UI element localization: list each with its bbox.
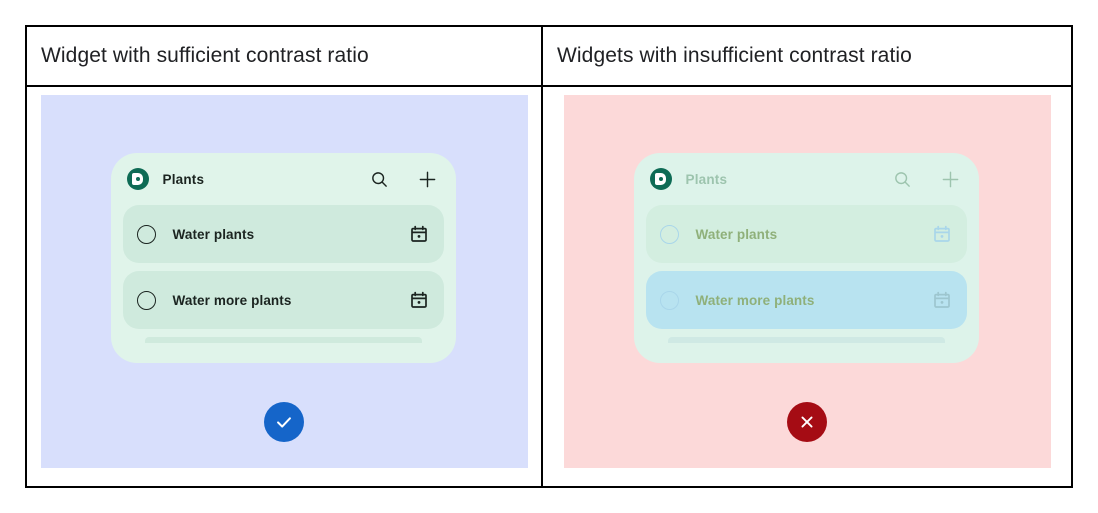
task-list: Water plants Water more plants: [634, 205, 979, 343]
tasks-widget-sufficient[interactable]: Plants Water plants Water more plants: [110, 153, 456, 363]
table-row[interactable]: Water more plants: [645, 271, 967, 329]
radio-unchecked-icon[interactable]: [136, 290, 156, 310]
table-header-row: Widget with sufficient contrast ratio Wi…: [27, 27, 1071, 87]
contrast-comparison-table: Widget with sufficient contrast ratio Wi…: [25, 25, 1073, 488]
demo-panel-sufficient: Plants Water plants Water more plants: [40, 95, 528, 468]
task-label: Water more plants: [695, 292, 815, 308]
tasks-app-icon: [126, 168, 149, 190]
radio-unchecked-icon[interactable]: [136, 224, 156, 244]
column-header-insufficient: Widgets with insufficient contrast ratio: [541, 27, 1071, 85]
table-row[interactable]: Water plants: [122, 205, 444, 263]
widget-header: Plants: [111, 153, 456, 205]
status-badge: [787, 402, 827, 442]
task-list: Water plants Water more plants: [111, 205, 456, 343]
calendar-icon[interactable]: [410, 291, 428, 309]
status-badge: [264, 402, 304, 442]
radio-unchecked-icon[interactable]: [659, 224, 679, 244]
tasks-app-icon-glyph: [132, 173, 143, 185]
verdict-container-insufficient: [564, 402, 1051, 442]
widget-header-actions: [370, 169, 438, 189]
add-icon[interactable]: [941, 169, 961, 189]
task-list-overflow-hint: [667, 337, 945, 343]
cell-sufficient-contrast: Plants Water plants Water more plants: [27, 87, 541, 486]
cell-insufficient-contrast: Plants Water plants Water more plants: [541, 87, 1071, 486]
task-label: Water more plants: [172, 292, 292, 308]
search-icon[interactable]: [370, 169, 390, 189]
add-icon[interactable]: [418, 169, 438, 189]
task-list-overflow-hint: [144, 337, 422, 343]
widget-header-actions: [893, 169, 961, 189]
calendar-icon[interactable]: [933, 291, 951, 309]
tasks-widget-insufficient[interactable]: Plants Water plants Water more plants: [633, 153, 979, 363]
demo-panel-insufficient: Plants Water plants Water more plants: [563, 95, 1051, 468]
table-body-row: Plants Water plants Water more plants Pl…: [27, 87, 1071, 486]
column-header-sufficient-label: Widget with sufficient contrast ratio: [41, 44, 369, 67]
verdict-container-sufficient: [41, 402, 528, 442]
radio-unchecked-icon[interactable]: [659, 290, 679, 310]
table-row[interactable]: Water more plants: [122, 271, 444, 329]
task-label: Water plants: [172, 226, 255, 242]
calendar-icon[interactable]: [410, 225, 428, 243]
widget-title: Plants: [162, 171, 205, 187]
column-header-sufficient: Widget with sufficient contrast ratio: [27, 27, 541, 85]
tasks-app-icon: [649, 168, 672, 190]
calendar-icon[interactable]: [933, 225, 951, 243]
task-label: Water plants: [695, 226, 778, 242]
table-row[interactable]: Water plants: [645, 205, 967, 263]
widget-header: Plants: [634, 153, 979, 205]
tasks-app-icon-glyph: [655, 173, 666, 185]
search-icon[interactable]: [893, 169, 913, 189]
column-header-insufficient-label: Widgets with insufficient contrast ratio: [557, 44, 912, 67]
widget-title: Plants: [685, 171, 728, 187]
